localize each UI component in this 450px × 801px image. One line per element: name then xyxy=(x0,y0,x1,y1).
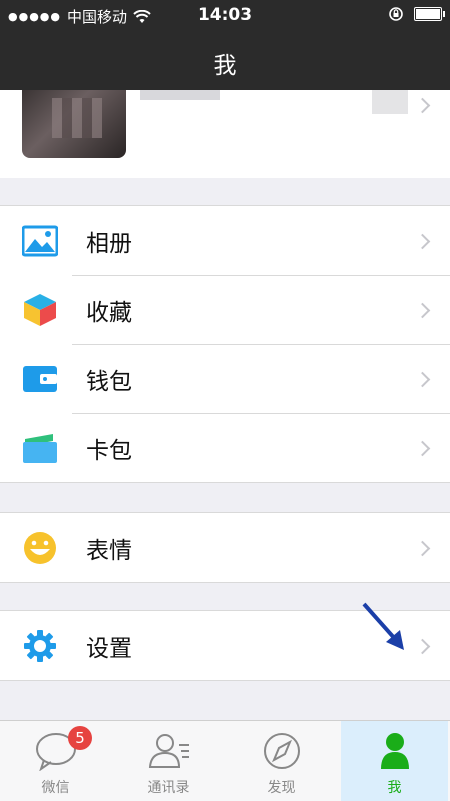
chevron-right-icon xyxy=(414,302,431,319)
me-person-icon xyxy=(380,733,409,769)
annotation-arrow-icon xyxy=(362,602,404,650)
menu-item-label: 卡包 xyxy=(86,438,132,464)
unread-badge: 5 xyxy=(68,726,92,750)
qr-code-blurred xyxy=(372,90,408,114)
tab-label: 发现 xyxy=(267,780,296,796)
tab-label: 我 xyxy=(387,780,402,796)
chevron-right-icon xyxy=(414,540,431,557)
profile-card[interactable] xyxy=(0,90,450,178)
status-right xyxy=(388,6,445,22)
status-time: 14:03 xyxy=(197,5,253,25)
tab-label: 微信 xyxy=(41,780,70,796)
sticker-smiley-icon xyxy=(24,532,56,564)
menu-item-album[interactable]: 相册 xyxy=(0,206,450,275)
contacts-icon xyxy=(148,734,189,768)
favorites-cube-icon xyxy=(24,294,56,326)
wallet-icon xyxy=(23,366,57,392)
tab-bar: 5 微信 通讯录 发现 我 xyxy=(0,720,450,801)
tab-chats[interactable]: 5 微信 xyxy=(2,721,109,801)
menu-item-card-pack[interactable]: 卡包 xyxy=(0,413,450,482)
status-bar: ●●●●● 中国移动 14:03 xyxy=(0,0,450,30)
chevron-right-icon xyxy=(414,97,431,114)
menu-item-wallet[interactable]: 钱包 xyxy=(0,344,450,413)
menu-item-favorites[interactable]: 收藏 xyxy=(0,275,450,344)
tab-contacts[interactable]: 通讯录 xyxy=(115,721,222,801)
tab-me[interactable]: 我 xyxy=(341,721,448,801)
tab-label: 通讯录 xyxy=(147,780,190,796)
menu-group-1: 相册 收藏 钱包 卡包 xyxy=(0,205,450,483)
battery-icon xyxy=(414,7,445,21)
avatar[interactable] xyxy=(22,90,126,158)
orientation-lock-icon xyxy=(389,7,403,21)
chevron-right-icon xyxy=(414,440,431,457)
photo-album-icon xyxy=(22,225,58,257)
menu-item-stickers[interactable]: 表情 xyxy=(0,513,450,582)
tab-discover[interactable]: 发现 xyxy=(228,721,335,801)
card-pack-icon xyxy=(23,434,57,463)
navigation-bar: 我 xyxy=(0,30,450,90)
page-title: 我 xyxy=(213,53,237,79)
settings-gear-icon xyxy=(24,630,56,662)
menu-item-label: 相册 xyxy=(86,231,132,257)
menu-group-2: 表情 xyxy=(0,512,450,583)
menu-item-label: 钱包 xyxy=(86,369,132,395)
discover-compass-icon xyxy=(263,733,300,769)
menu-item-label: 设置 xyxy=(86,636,132,662)
menu-item-label: 收藏 xyxy=(86,300,132,326)
chevron-right-icon xyxy=(414,233,431,250)
menu-item-label: 表情 xyxy=(86,538,132,564)
profile-name-blurred xyxy=(140,90,220,100)
chevron-right-icon xyxy=(414,371,431,388)
chevron-right-icon xyxy=(414,638,431,655)
